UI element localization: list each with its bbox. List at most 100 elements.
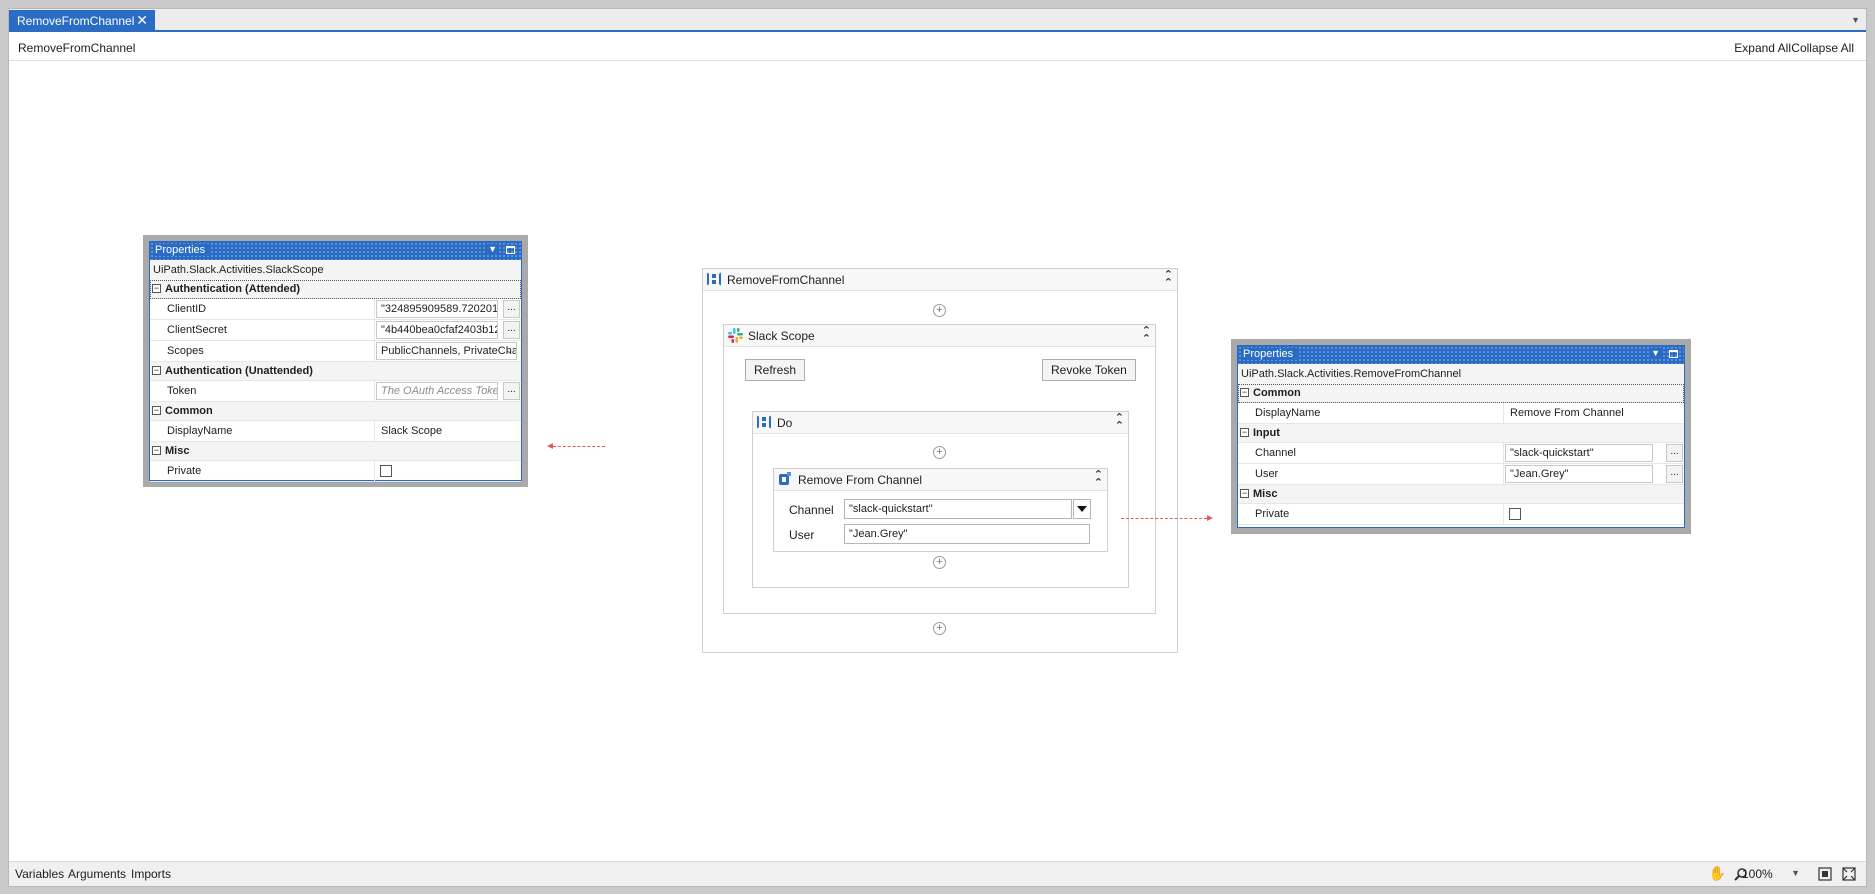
plus-icon[interactable]: +: [933, 304, 946, 317]
collapse-toggle-icon[interactable]: −: [1240, 388, 1249, 397]
variables-tab[interactable]: Variables: [15, 867, 64, 881]
user-input[interactable]: "Jean.Grey": [844, 524, 1090, 544]
dropdown-icon[interactable]: ▼: [486, 244, 499, 254]
property-name: ClientSecret: [167, 324, 227, 336]
property-row-user: User "Jean.Grey" ...: [1238, 464, 1684, 485]
breadcrumb[interactable]: RemoveFromChannel: [18, 41, 135, 55]
properties-type-name: UiPath.Slack.Activities.SlackScope: [150, 260, 521, 280]
do-title: Do: [777, 416, 793, 430]
collapse-icon[interactable]: ⌃ ⌃: [1142, 326, 1151, 345]
overview-icon[interactable]: [1842, 867, 1856, 881]
channel-dropdown-button[interactable]: [1073, 499, 1091, 519]
maximize-icon[interactable]: [1669, 350, 1678, 358]
dropdown-icon[interactable]: ▼: [1649, 348, 1662, 358]
do-sequence[interactable]: Do ⌃ ⌃ + Remove From Channel ⌃ ⌃ Channel…: [752, 411, 1129, 588]
do-header[interactable]: Do ⌃ ⌃: [753, 412, 1128, 434]
collapse-icon[interactable]: ⌃ ⌃: [1115, 413, 1124, 432]
property-row-scopes: Scopes PublicChannels, PrivateChan ⌄: [150, 341, 521, 362]
zoom-select[interactable]: 100% ▼: [1736, 864, 1804, 884]
refresh-button[interactable]: Refresh: [745, 359, 806, 381]
arguments-tab[interactable]: Arguments: [68, 867, 126, 881]
property-row-private: Private: [150, 461, 521, 482]
collapse-toggle-icon[interactable]: −: [1240, 489, 1249, 498]
maximize-icon[interactable]: [506, 246, 515, 254]
bottom-bar: Variables Arguments Imports ✋ 100% ▼: [9, 861, 1866, 886]
slack-scope-title: Slack Scope: [748, 329, 815, 343]
slack-scope-activity[interactable]: Slack Scope ⌃ ⌃ Refresh Revoke Token Do ⌃…: [723, 324, 1156, 614]
property-name: Scopes: [167, 345, 204, 357]
sequence-header[interactable]: RemoveFromChannel ⌃ ⌃: [703, 269, 1177, 291]
properties-title-bar[interactable]: Properties ▼: [150, 242, 521, 260]
collapse-toggle-icon[interactable]: −: [152, 446, 161, 455]
collapse-toggle-icon[interactable]: −: [1240, 428, 1249, 437]
expand-all-button[interactable]: Expand All: [1734, 41, 1791, 55]
category-misc[interactable]: − Misc: [1238, 485, 1684, 504]
sequence-removefromchannel[interactable]: RemoveFromChannel ⌃⌃ + Slack Scope ⌃⌃: [702, 268, 1178, 653]
collapse-toggle-icon[interactable]: −: [152, 406, 161, 415]
plus-icon[interactable]: +: [933, 446, 946, 459]
ellipsis-button[interactable]: ...: [503, 382, 520, 400]
hand-icon[interactable]: ✋: [1709, 865, 1726, 882]
collapse-toggle-icon[interactable]: −: [152, 366, 161, 375]
category-common[interactable]: − Common: [1238, 384, 1684, 403]
tab-removefromchannel[interactable]: RemoveFromChannel ✕: [9, 10, 155, 31]
channel-property-input[interactable]: "slack-quickstart": [1505, 444, 1653, 462]
close-icon[interactable]: ✕: [136, 12, 148, 29]
tab-dropdown-icon[interactable]: ▼: [1851, 15, 1860, 25]
property-row-displayname: DisplayName Remove From Channel: [1238, 403, 1684, 424]
private-checkbox[interactable]: [380, 465, 392, 477]
category-common[interactable]: − Common: [150, 402, 521, 421]
property-name: ClientID: [167, 303, 207, 315]
collapse-all-button[interactable]: Collapse All: [1791, 41, 1854, 55]
property-row-private: Private: [1238, 504, 1684, 525]
zoom-value: 100%: [1742, 867, 1773, 881]
property-row-channel: Channel "slack-quickstart" ...: [1238, 443, 1684, 464]
remove-from-channel-activity[interactable]: Remove From Channel ⌃ ⌃ Channel "slack-qu…: [773, 468, 1108, 552]
properties-title: Properties: [155, 244, 210, 256]
imports-tab[interactable]: Imports: [131, 867, 171, 881]
token-input[interactable]: The OAuth Access Token o: [376, 382, 498, 400]
properties-panel-remove-from-channel: Properties ▼ UiPath.Slack.Activities.Rem…: [1231, 339, 1691, 534]
user-property-input[interactable]: "Jean.Grey": [1505, 465, 1653, 483]
clientsecret-input[interactable]: "4b440bea0cfaf2403b12b: [376, 321, 498, 339]
ellipsis-button[interactable]: ...: [1666, 444, 1683, 462]
sequence-icon: [757, 415, 771, 429]
plus-icon[interactable]: +: [933, 622, 946, 635]
collapse-toggle-icon[interactable]: −: [152, 284, 161, 293]
revoke-token-button[interactable]: Revoke Token: [1042, 359, 1136, 381]
ellipsis-button[interactable]: ...: [503, 300, 520, 318]
tab-strip: RemoveFromChannel ✕ ▼: [9, 9, 1866, 32]
displayname-input[interactable]: Remove From Channel: [1505, 404, 1685, 422]
sequence-title: RemoveFromChannel: [727, 273, 845, 287]
scopes-select[interactable]: PublicChannels, PrivateChan ⌄: [376, 342, 517, 360]
tab-title: RemoveFromChannel: [17, 14, 135, 28]
properties-title-bar[interactable]: Properties ▼: [1238, 346, 1684, 364]
fit-to-screen-icon[interactable]: [1818, 867, 1832, 881]
collapse-icon[interactable]: ⌃ ⌃: [1094, 470, 1103, 489]
property-name: User: [1255, 468, 1279, 480]
designer-window: RemoveFromChannel ✕ ▼ RemoveFromChannel …: [8, 8, 1867, 887]
sequence-icon: [707, 272, 721, 286]
slack-scope-header[interactable]: Slack Scope ⌃ ⌃: [724, 325, 1155, 347]
displayname-input[interactable]: Slack Scope: [376, 422, 517, 440]
breadcrumb-bar: RemoveFromChannel Expand All Collapse Al…: [9, 34, 1866, 61]
category-input[interactable]: − Input: [1238, 424, 1684, 443]
property-name: DisplayName: [167, 425, 233, 437]
property-name: DisplayName: [1255, 407, 1321, 419]
activity-icon: [779, 472, 791, 485]
collapse-icon[interactable]: ⌃ ⌃: [1164, 270, 1173, 289]
ellipsis-button[interactable]: ...: [1666, 465, 1683, 483]
properties-type-name: UiPath.Slack.Activities.RemoveFromChanne…: [1238, 364, 1684, 384]
ellipsis-button[interactable]: ...: [503, 321, 520, 339]
category-authentication-unattended[interactable]: − Authentication (Unattended): [150, 362, 521, 381]
activity-header[interactable]: Remove From Channel ⌃ ⌃: [774, 469, 1107, 491]
category-misc[interactable]: − Misc: [150, 442, 521, 461]
private-checkbox[interactable]: [1509, 508, 1521, 520]
activity-title: Remove From Channel: [798, 473, 923, 487]
chevron-down-icon: ⌄: [505, 345, 513, 355]
plus-icon[interactable]: +: [933, 556, 946, 569]
channel-input[interactable]: "slack-quickstart": [844, 499, 1072, 519]
property-row-token: Token The OAuth Access Token o ...: [150, 381, 521, 402]
category-authentication-attended[interactable]: − Authentication (Attended): [150, 280, 521, 299]
clientid-input[interactable]: "324895909589.72020110: [376, 300, 498, 318]
